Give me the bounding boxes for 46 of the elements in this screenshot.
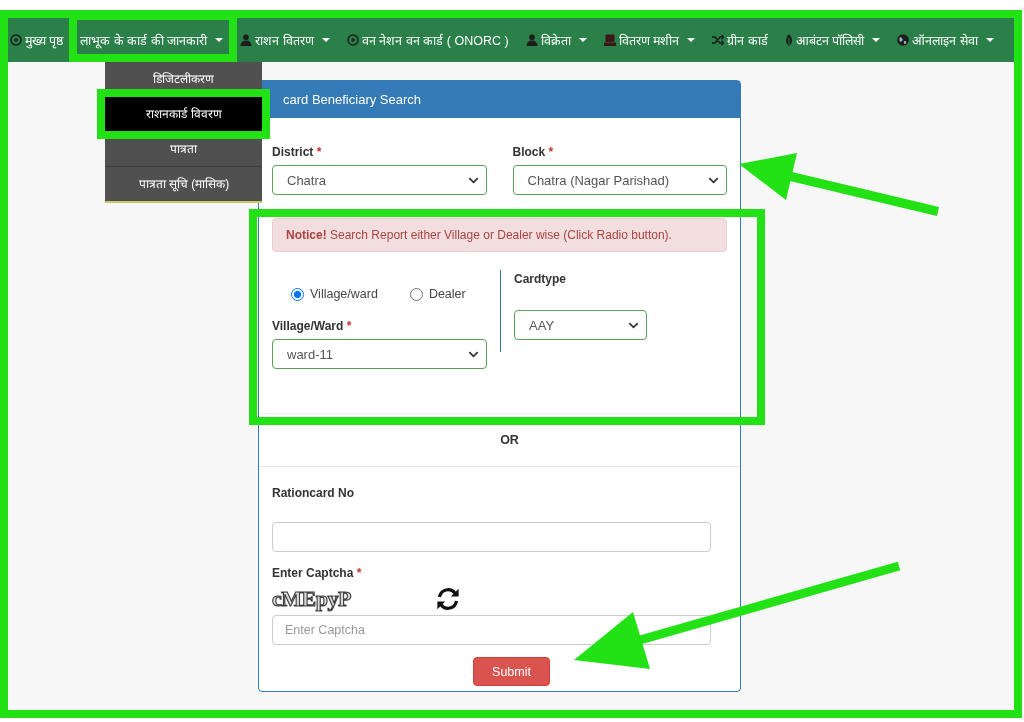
chevron-down-icon xyxy=(467,176,479,184)
field-label: Enter Captcha * xyxy=(272,566,362,580)
nav-menu-item[interactable]: ग्रीन कार्ड xyxy=(712,31,768,49)
radio-button[interactable] xyxy=(291,287,304,301)
cardtype-select[interactable]: AAY xyxy=(514,310,647,340)
radio-label[interactable]: Dealer xyxy=(428,287,466,301)
dropdown-menu-item[interactable]: पात्रता xyxy=(167,141,201,157)
field-label: Cardtype xyxy=(514,272,566,286)
field-label: Rationcard No xyxy=(272,486,354,500)
nav-menu-item[interactable]: आबंटन पॉलिसी xyxy=(784,31,881,49)
dropdown-menu-item[interactable]: पात्रता सूचि (मासिक) xyxy=(135,176,233,192)
block-select[interactable]: Chatra (Nagar Parishad) xyxy=(512,165,727,195)
nav-menu-item[interactable]: राशन वितरण xyxy=(240,31,330,49)
device-icon xyxy=(603,34,616,46)
village-ward-select[interactable]: ward-11 xyxy=(272,339,487,369)
nav-menu-item[interactable]: वन नेशन वन कार्ड ( ONORC ) xyxy=(346,31,509,49)
user-icon xyxy=(525,34,538,46)
chevron-down-icon xyxy=(628,321,639,329)
circle-dot-icon xyxy=(346,34,359,46)
separator-label: OR xyxy=(500,433,519,447)
field-label: District * xyxy=(272,145,322,159)
user-icon xyxy=(240,34,253,46)
rationcard-input[interactable] xyxy=(272,522,711,552)
nav-menu-item[interactable]: ऑनलाइन सेवा xyxy=(897,31,994,49)
chevron-down-icon xyxy=(708,176,719,184)
circle-dot-icon xyxy=(10,34,22,46)
globe-icon xyxy=(897,34,910,46)
submit-button[interactable]: Submit xyxy=(473,657,550,686)
dropdown-menu-item[interactable]: डिजिटलीकरण xyxy=(150,71,218,87)
district-select[interactable]: Chatra xyxy=(272,165,487,195)
field-label: Village/Ward * xyxy=(272,319,352,333)
chevron-down-icon xyxy=(468,350,479,358)
captcha-code: cMEpyP xyxy=(272,587,351,611)
leaf-icon xyxy=(784,34,793,46)
panel-title: card Beneficiary Search xyxy=(283,92,421,107)
nav-menu-item[interactable]: वितरण मशीन xyxy=(603,31,696,49)
field-label: Block * xyxy=(512,145,554,159)
radio-label[interactable]: Village/ward xyxy=(310,287,378,301)
refresh-icon[interactable] xyxy=(434,586,461,612)
nav-menu-item[interactable]: विक्रेता xyxy=(525,31,587,49)
radio-button[interactable] xyxy=(409,287,423,301)
notice-alert: Notice! Search Report either Village or Dealer wise (Click Radio button). xyxy=(272,218,727,252)
shuffle-icon xyxy=(712,34,725,46)
dropdown-menu-item[interactable]: राशनकार्ड विवरण xyxy=(105,97,263,131)
nav-menu-item[interactable]: मुख्य पृष्ठ xyxy=(10,31,64,49)
nav-menu-item[interactable]: लाभूक के कार्ड की जानकारी xyxy=(80,31,224,49)
